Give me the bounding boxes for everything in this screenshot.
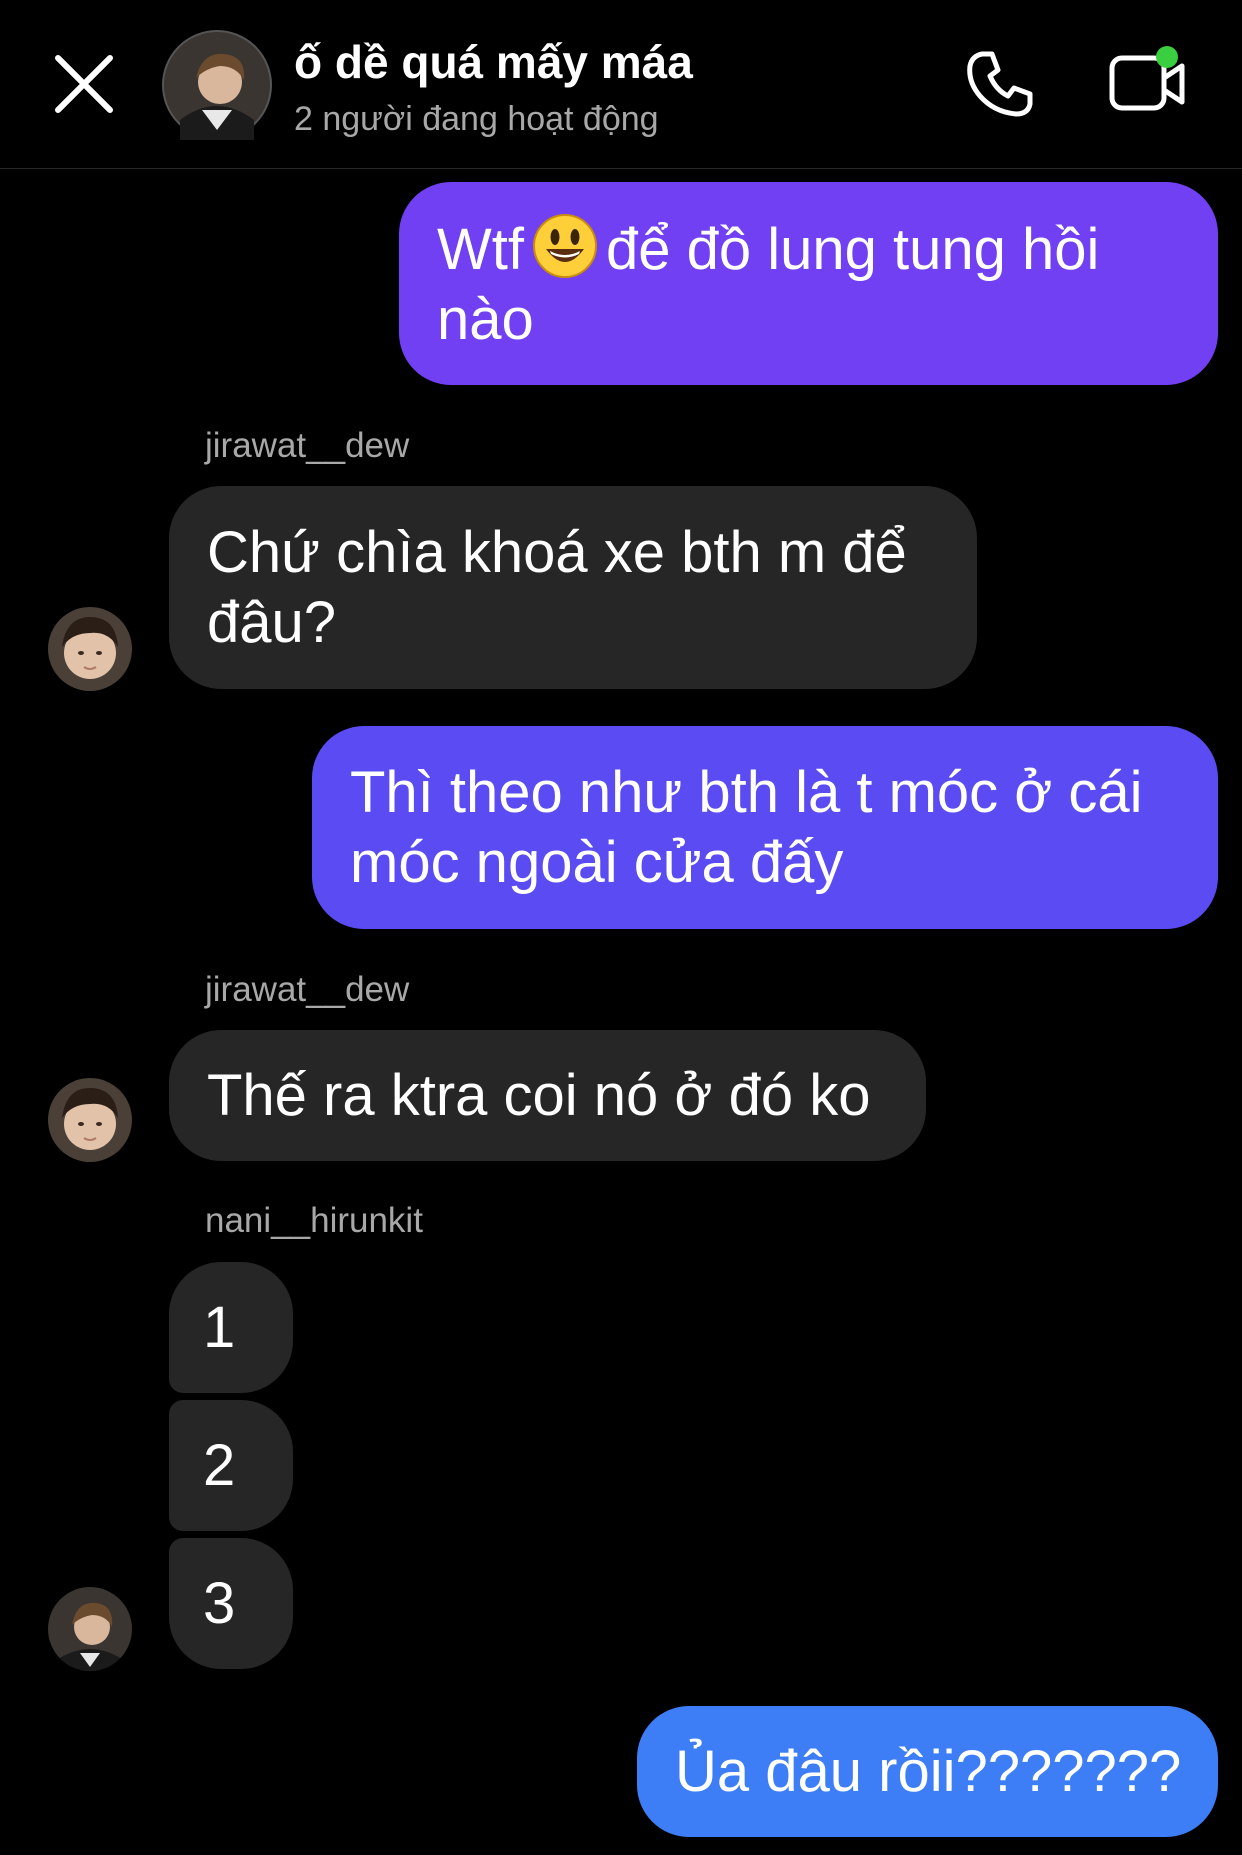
incoming-message[interactable]: Thế ra ktra coi nó ở đó ko [169, 1030, 926, 1161]
message-text: Chứ chìa khoá xe bth m để [207, 519, 907, 585]
avatar[interactable] [48, 607, 132, 691]
active-status: 2 người đang hoạt động [294, 100, 659, 138]
message-text: Ủa đâu rồii??????? [675, 1738, 1182, 1804]
phone-icon [967, 51, 1033, 117]
outgoing-message[interactable]: Ủa đâu rồii??????? [637, 1706, 1218, 1837]
incoming-message[interactable]: 1 [169, 1262, 293, 1393]
incoming-message[interactable]: Chứ chìa khoá xe bth m để đâu? [169, 486, 977, 689]
message-text: Thì theo như bth là t móc ở cái [350, 759, 1143, 825]
message-text: 2 [203, 1432, 236, 1498]
close-button[interactable] [48, 48, 120, 120]
close-icon [55, 55, 113, 113]
message-text: đâu? [207, 589, 337, 655]
message-text: 1 [203, 1294, 236, 1360]
outgoing-message[interactable]: Thì theo như bth là t móc ở cái móc ngoà… [312, 726, 1218, 929]
voice-call-button[interactable] [960, 44, 1040, 124]
smiling-face-emoji [532, 213, 597, 278]
avatar[interactable] [48, 1078, 132, 1162]
sender-name: jirawat__dew [205, 426, 410, 465]
incoming-message[interactable]: 2 [169, 1400, 293, 1531]
outgoing-message[interactable]: Wtf để đồ lung tung hồi nào [399, 182, 1218, 385]
avatar[interactable] [48, 1587, 132, 1671]
message-text: Wtf [437, 216, 524, 282]
incoming-message[interactable]: 3 [169, 1538, 293, 1669]
sender-name: jirawat__dew [205, 970, 410, 1009]
chat-title[interactable]: ố dề quá mấy máa [294, 34, 693, 90]
message-text: nào [437, 286, 534, 352]
message-text: Thế ra ktra coi nó ở đó ko [207, 1062, 871, 1128]
message-text: móc ngoài cửa đấy [350, 829, 844, 895]
sender-name: nani__hirunkit [205, 1201, 423, 1240]
message-text: để đồ lung tung hồi [605, 216, 1100, 282]
chat-header: ố dề quá mấy máa 2 người đang hoạt động [0, 0, 1242, 169]
online-indicator [1156, 46, 1178, 68]
group-avatar[interactable] [162, 30, 272, 140]
message-text: 3 [203, 1570, 236, 1636]
